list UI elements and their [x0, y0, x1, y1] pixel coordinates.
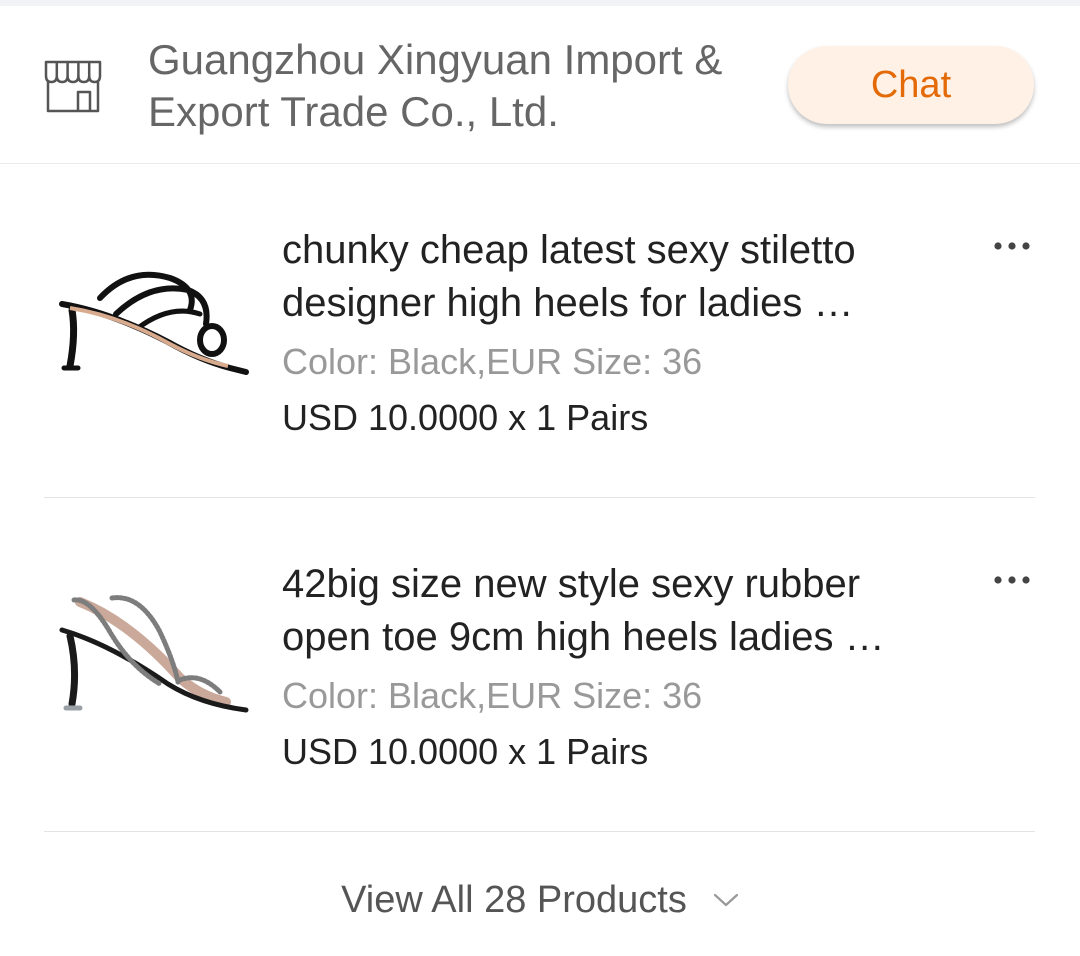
product-spec: Color: Black,EUR Size: 36 — [282, 675, 703, 716]
chat-button[interactable]: Chat — [788, 46, 1034, 124]
product-row[interactable]: 42big size new style sexy rubber open to… — [44, 498, 1035, 832]
more-dots-icon[interactable] — [990, 236, 1034, 256]
chevron-down-icon — [713, 893, 738, 907]
store-icon — [44, 60, 102, 113]
supplier-name[interactable]: Guangzhou Xingyuan Import & Export Trade… — [148, 34, 768, 138]
product-price: USD 10.0000 x 1 Pairs — [282, 731, 649, 772]
product-price: USD 10.0000 x 1 Pairs — [282, 397, 649, 438]
view-all-label: View All 28 Products — [341, 878, 687, 921]
supplier-header[interactable]: Guangzhou Xingyuan Import & Export Trade… — [0, 6, 1080, 164]
more-dots-icon[interactable] — [990, 570, 1034, 590]
product-title[interactable]: chunky cheap latest sexy stiletto design… — [282, 224, 952, 330]
product-image[interactable] — [50, 268, 254, 408]
product-image[interactable] — [50, 592, 254, 732]
product-row[interactable]: chunky cheap latest sexy stiletto design… — [44, 164, 1035, 498]
view-all-products-button[interactable]: View All 28 Products — [0, 870, 1080, 930]
product-spec: Color: Black,EUR Size: 36 — [282, 341, 703, 382]
product-title[interactable]: 42big size new style sexy rubber open to… — [282, 558, 952, 664]
